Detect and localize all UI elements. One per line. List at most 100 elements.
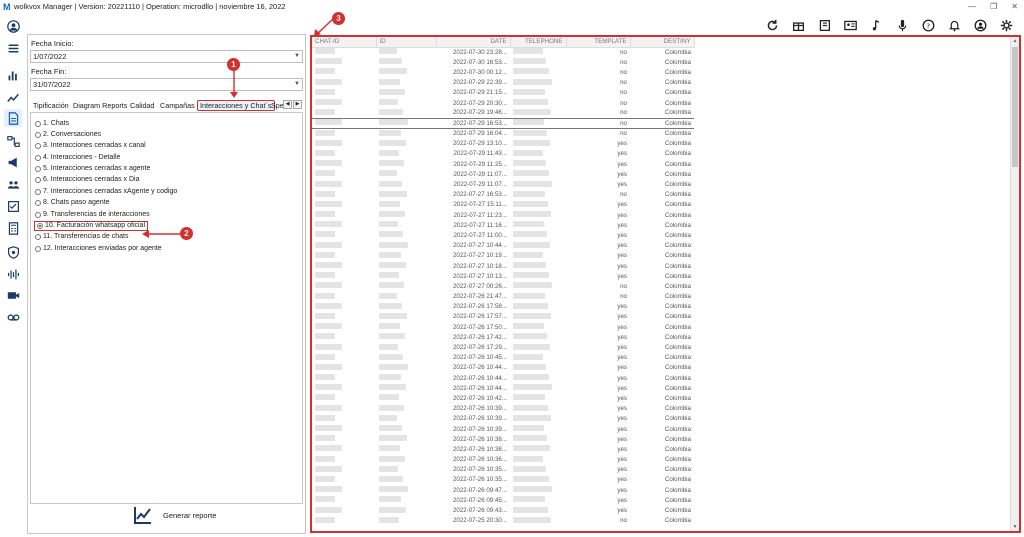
table-row[interactable]: 2022-07-27 11:23... yes Colombia [312, 210, 694, 220]
tab-scroll-right-button[interactable]: ▶ [293, 100, 302, 109]
settings-icon[interactable] [997, 16, 1016, 35]
report-option-selected[interactable]: 10. Facturación whatsapp oficial [34, 221, 148, 231]
column-header[interactable]: CHAT-ID [312, 37, 377, 48]
table-row[interactable]: 2022-07-26 10:39... yes Colombia [312, 424, 694, 434]
table-row[interactable]: 2022-07-29 19:46... no Colombia [312, 108, 694, 118]
voicemail-icon[interactable] [4, 308, 22, 326]
radio-button[interactable] [35, 234, 41, 240]
radio-button[interactable] [35, 212, 41, 218]
tab-scroll-left-button[interactable]: ◀ [283, 100, 292, 109]
table-row[interactable]: 2022-07-27 10:18... yes Colombia [312, 261, 694, 271]
menu-icon[interactable] [4, 39, 22, 57]
table-row[interactable]: 2022-07-26 09:45... yes Colombia [312, 495, 694, 505]
bar-chart-icon[interactable] [4, 66, 22, 84]
chevron-down-icon[interactable]: ▼ [294, 51, 300, 62]
table-row[interactable]: 2022-07-30 23:28... no Colombia [312, 47, 694, 57]
group-icon[interactable] [4, 175, 22, 193]
table-row[interactable]: 2022-07-26 10:35... yes Colombia [312, 465, 694, 475]
help-icon[interactable]: ? [919, 16, 938, 35]
table-row[interactable]: 2022-07-26 10:42... yes Colombia [312, 393, 694, 403]
report-option[interactable]: 6. Interacciones cerradas x Dia [35, 175, 140, 185]
table-row[interactable]: 2022-07-29 22:39... no Colombia [312, 78, 694, 88]
table-row[interactable]: 2022-07-29 16:53... no Colombia [312, 117, 694, 130]
table-row[interactable]: 2022-07-26 10:44... yes Colombia [312, 363, 694, 373]
audio-wave-icon[interactable] [4, 265, 22, 283]
report-option[interactable]: 7. Interacciones cerradas xAgente y codi… [35, 187, 177, 197]
microphone-icon[interactable] [893, 16, 912, 35]
table-row[interactable]: 2022-07-29 11:25... yes Colombia [312, 159, 694, 169]
chevron-down-icon[interactable]: ▼ [294, 79, 300, 90]
radio-button[interactable] [35, 132, 41, 138]
report-option[interactable]: 12. Interacciones enviadas por agente [35, 244, 162, 254]
radio-button[interactable] [35, 189, 41, 195]
column-header[interactable]: TELEPHONE [510, 37, 567, 48]
calculator-icon[interactable] [4, 219, 22, 237]
table-row[interactable]: 2022-07-26 10:36... yes Colombia [312, 455, 694, 465]
radio-button[interactable] [35, 177, 41, 183]
flow-icon[interactable] [4, 132, 22, 150]
table-row[interactable]: 2022-07-27 11:00... yes Colombia [312, 230, 694, 240]
gift-icon[interactable] [789, 16, 808, 35]
report-option[interactable]: 1. Chats [35, 119, 69, 129]
column-header[interactable]: TEMPLATE [566, 37, 631, 48]
user-avatar-icon[interactable] [4, 17, 22, 35]
table-row[interactable]: 2022-07-27 16:53... no Colombia [312, 190, 694, 200]
table-row[interactable]: 2022-07-27 10:13... yes Colombia [312, 271, 694, 281]
megaphone-icon[interactable] [4, 153, 22, 171]
tab-diagram-reports[interactable]: Diagram Reports [73, 100, 127, 111]
report-option[interactable]: 11. Transferencias de chats [35, 232, 128, 242]
table-row[interactable]: 2022-07-26 17:29... yes Colombia [312, 342, 694, 352]
radio-button[interactable] [35, 246, 41, 252]
table-row[interactable]: 2022-07-27 10:44... yes Colombia [312, 241, 694, 251]
report-option[interactable]: 2. Conversaciones [35, 130, 101, 140]
radio-button[interactable] [35, 166, 41, 172]
report-option[interactable]: 9. Transferencias de interacciones [35, 210, 150, 220]
radio-button[interactable] [35, 200, 41, 206]
table-row[interactable]: 2022-07-29 13:10... yes Colombia [312, 139, 694, 149]
restore-button[interactable]: ❐ [990, 0, 997, 14]
column-header[interactable]: DESTINY [630, 37, 695, 48]
music-icon[interactable] [867, 16, 886, 35]
tab-calidad[interactable]: Calidad [130, 100, 154, 111]
table-row[interactable]: 2022-07-26 17:50... yes Colombia [312, 322, 694, 332]
table-row[interactable]: 2022-07-26 17:42... yes Colombia [312, 332, 694, 342]
checklist-icon[interactable] [4, 197, 22, 215]
start-date-field[interactable]: 1/07/2022 ▼ [30, 50, 303, 63]
book-icon[interactable] [815, 16, 834, 35]
table-row[interactable]: 2022-07-29 16:04... no Colombia [312, 129, 694, 139]
table-row[interactable]: 2022-07-26 10:38... yes Colombia [312, 444, 694, 454]
tab-interacciones-chats[interactable]: Interacciones y Chat´s [197, 100, 275, 111]
report-option[interactable]: 3. Interacciones cerradas x canal [35, 141, 146, 151]
radio-button-checked[interactable] [37, 223, 43, 229]
table-row[interactable]: 2022-07-29 11:07... yes Colombia [312, 169, 694, 179]
scroll-down-button[interactable]: ▼ [1011, 523, 1019, 531]
radio-button[interactable] [35, 155, 41, 161]
radio-button[interactable] [35, 121, 41, 127]
column-header[interactable]: ID [376, 37, 437, 48]
table-row[interactable]: 2022-07-26 10:39... yes Colombia [312, 414, 694, 424]
vertical-scrollbar[interactable]: ▲ ▼ [1010, 37, 1019, 531]
tab-campanas[interactable]: Campañas [160, 100, 195, 111]
table-row[interactable]: 2022-07-26 17:57... yes Colombia [312, 312, 694, 322]
table-row[interactable]: 2022-07-25 20:30... no Colombia [312, 516, 694, 526]
video-icon[interactable] [4, 286, 22, 304]
user-icon[interactable] [971, 16, 990, 35]
table-row[interactable]: 2022-07-26 17:58... yes Colombia [312, 302, 694, 312]
table-row[interactable]: 2022-07-30 16:53... no Colombia [312, 57, 694, 67]
scroll-up-button[interactable]: ▲ [1011, 37, 1019, 45]
scroll-thumb[interactable] [1012, 47, 1018, 167]
table-row[interactable]: 2022-07-30 00:12... no Colombia [312, 67, 694, 77]
generate-report-button[interactable]: Generar reporte [133, 505, 216, 525]
table-row[interactable]: 2022-07-27 10:19... yes Colombia [312, 251, 694, 261]
close-button[interactable]: ✕ [1011, 0, 1018, 14]
table-row[interactable]: 2022-07-27 15:11... yes Colombia [312, 200, 694, 210]
contact-card-icon[interactable] [841, 16, 860, 35]
end-date-field[interactable]: 31/07/2022 ▼ [30, 78, 303, 91]
tab-tipificacion[interactable]: Tipificación [33, 100, 69, 111]
report-option[interactable]: 4. Interacciones - Detalle [35, 153, 120, 163]
table-row[interactable]: 2022-07-26 21:47... no Colombia [312, 292, 694, 302]
table-row[interactable]: 2022-07-26 10:44... yes Colombia [312, 383, 694, 393]
column-header[interactable]: DATE [436, 37, 511, 48]
report-icon[interactable] [4, 109, 22, 127]
table-row[interactable]: 2022-07-27 00:26... no Colombia [312, 281, 694, 291]
